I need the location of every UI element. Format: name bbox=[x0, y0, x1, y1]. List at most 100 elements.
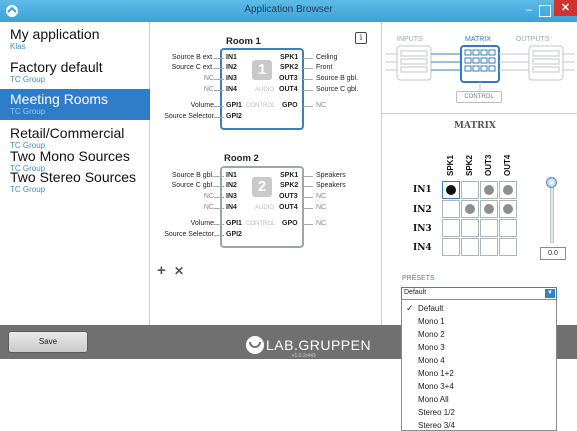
matrix-cell[interactable] bbox=[499, 181, 517, 199]
room-control-label: Volume bbox=[190, 220, 214, 227]
room-audio-label: AUDIO bbox=[255, 205, 275, 211]
sidebar-item-factory-default[interactable]: Factory default TC Group bbox=[0, 57, 150, 88]
room-control-label: Source Selector bbox=[164, 113, 214, 120]
wire bbox=[214, 58, 224, 59]
preset-option-label: Mono 4 bbox=[418, 356, 445, 365]
room-input-label: NC bbox=[203, 75, 214, 82]
matrix-cell[interactable] bbox=[461, 181, 479, 199]
room-output-port: OUT3 bbox=[279, 75, 298, 82]
sidebar-item-title: Two Mono Sources bbox=[10, 148, 130, 164]
matrix-column-label: SPK1 bbox=[446, 155, 455, 176]
room-output-port: OUT4 bbox=[279, 204, 298, 211]
preset-option[interactable]: Mono 4 bbox=[402, 354, 556, 367]
checkmark-icon: ✓ bbox=[406, 303, 414, 313]
matrix-row-label: IN3 bbox=[413, 224, 432, 234]
preset-option[interactable]: Stereo 1/2 bbox=[402, 406, 556, 419]
room-input-label: NC bbox=[203, 193, 214, 200]
matrix-cell[interactable] bbox=[461, 238, 479, 256]
matrix-row-label: IN2 bbox=[413, 205, 432, 215]
room-gpo-port: GPO bbox=[282, 102, 298, 109]
room-gpi-port: GPI1 bbox=[226, 220, 242, 227]
wire bbox=[214, 90, 224, 91]
preset-option-label: Mono 3+4 bbox=[418, 382, 454, 391]
gain-value-field[interactable]: 0.0 bbox=[540, 247, 566, 260]
presets-label: PRESETS bbox=[402, 275, 435, 282]
wire bbox=[303, 176, 313, 177]
preset-option-label: Mono 1 bbox=[418, 317, 445, 326]
matrix-cell[interactable] bbox=[461, 200, 479, 218]
preset-option[interactable]: Mono 1+2 bbox=[402, 367, 556, 380]
panel-divider bbox=[381, 113, 577, 114]
room-gpo-port: GPO bbox=[282, 220, 298, 227]
tab-inputs[interactable]: INPUTS bbox=[397, 36, 423, 43]
sidebar-item-meeting-rooms[interactable]: Meeting Rooms TC Group bbox=[0, 89, 150, 120]
matrix-cell[interactable] bbox=[480, 238, 498, 256]
sidebar-item-my-application[interactable]: My application Klas bbox=[0, 24, 150, 55]
wire bbox=[303, 90, 313, 91]
delete-room-button[interactable]: ✕ bbox=[174, 264, 184, 278]
maximize-button[interactable] bbox=[539, 5, 551, 17]
matrix-cell[interactable] bbox=[499, 238, 517, 256]
matrix-cell[interactable] bbox=[480, 219, 498, 237]
room-audio-label: AUDIO bbox=[255, 87, 275, 93]
sidebar-item-subtitle: Klas bbox=[10, 42, 26, 51]
matrix-cell[interactable] bbox=[480, 181, 498, 199]
room-gpi-port: GPI2 bbox=[226, 231, 242, 238]
preset-option[interactable]: Stereo 3/4 bbox=[402, 419, 556, 430]
sidebar-item-title: Factory default bbox=[10, 59, 103, 75]
preset-option-label: Default bbox=[418, 304, 444, 313]
application-list: My application Klas Factory default TC G… bbox=[0, 22, 150, 325]
matrix-cell[interactable] bbox=[461, 219, 479, 237]
matrix-cell[interactable] bbox=[480, 200, 498, 218]
matrix-cell[interactable] bbox=[499, 200, 517, 218]
preset-option[interactable]: ✓ Default bbox=[402, 302, 556, 315]
preset-option-label: Stereo 3/4 bbox=[418, 421, 455, 430]
preset-option-label: Mono All bbox=[418, 395, 449, 404]
room-output-label: Source C gbl. bbox=[316, 86, 359, 93]
preset-option[interactable]: Mono 2 bbox=[402, 328, 556, 341]
room-output-port: SPK2 bbox=[280, 182, 299, 189]
route-dot-icon bbox=[503, 204, 513, 214]
room-input-label: NC bbox=[203, 86, 214, 93]
control-button[interactable]: CONTROL bbox=[456, 91, 502, 103]
sidebar-item-two-stereo-sources[interactable]: Two Stereo Sources TC Group bbox=[0, 167, 150, 198]
matrix-cell[interactable] bbox=[442, 200, 460, 218]
preset-option[interactable]: Mono 3 bbox=[402, 341, 556, 354]
save-button[interactable]: Save bbox=[8, 331, 88, 353]
preset-option[interactable]: Mono All bbox=[402, 393, 556, 406]
tab-outputs[interactable]: OUTPUTS bbox=[516, 36, 549, 43]
matrix-cell[interactable] bbox=[442, 238, 460, 256]
wire bbox=[303, 68, 313, 69]
sidebar-item-subtitle: TC Group bbox=[10, 185, 46, 194]
matrix-cell[interactable] bbox=[442, 181, 460, 199]
gain-slider-handle[interactable] bbox=[546, 177, 557, 188]
matrix-row-label: IN4 bbox=[413, 243, 432, 253]
gain-slider-track[interactable] bbox=[550, 183, 554, 243]
room-output-port: OUT4 bbox=[279, 86, 298, 93]
sidebar-item-title: My application bbox=[10, 26, 100, 42]
add-room-button[interactable]: + bbox=[157, 262, 166, 279]
room-output-label: Source B gbl. bbox=[316, 75, 359, 82]
room-input-port: IN3 bbox=[226, 75, 237, 82]
room-input-label: Source B gbl. bbox=[171, 172, 214, 179]
chevron-down-icon: ▼ bbox=[545, 289, 555, 298]
minimize-button[interactable]: – bbox=[523, 5, 535, 17]
preset-option[interactable]: Mono 3+4 bbox=[402, 380, 556, 393]
sidebar-item-title: Retail/Commercial bbox=[10, 125, 125, 141]
tab-matrix[interactable]: MATRIX bbox=[465, 36, 491, 43]
matrix-column-label: SPK2 bbox=[465, 155, 474, 176]
close-button[interactable]: ✕ bbox=[554, 0, 577, 16]
matrix-cell[interactable] bbox=[499, 219, 517, 237]
room-input-label: Source C ext. bbox=[171, 64, 214, 71]
wire bbox=[214, 106, 224, 107]
room-output-label: NC bbox=[316, 193, 327, 200]
matrix-cell[interactable] bbox=[442, 219, 460, 237]
room-input-label: Source B ext. bbox=[171, 54, 214, 61]
preset-option[interactable]: Mono 1 bbox=[402, 315, 556, 328]
room-title: Room 1 bbox=[226, 36, 261, 47]
room-output-port: SPK1 bbox=[280, 54, 299, 61]
wire bbox=[303, 197, 313, 198]
info-icon[interactable]: i bbox=[355, 32, 367, 44]
room-output-port: SPK2 bbox=[280, 64, 299, 71]
room-control-label: Source Selector bbox=[164, 231, 214, 238]
